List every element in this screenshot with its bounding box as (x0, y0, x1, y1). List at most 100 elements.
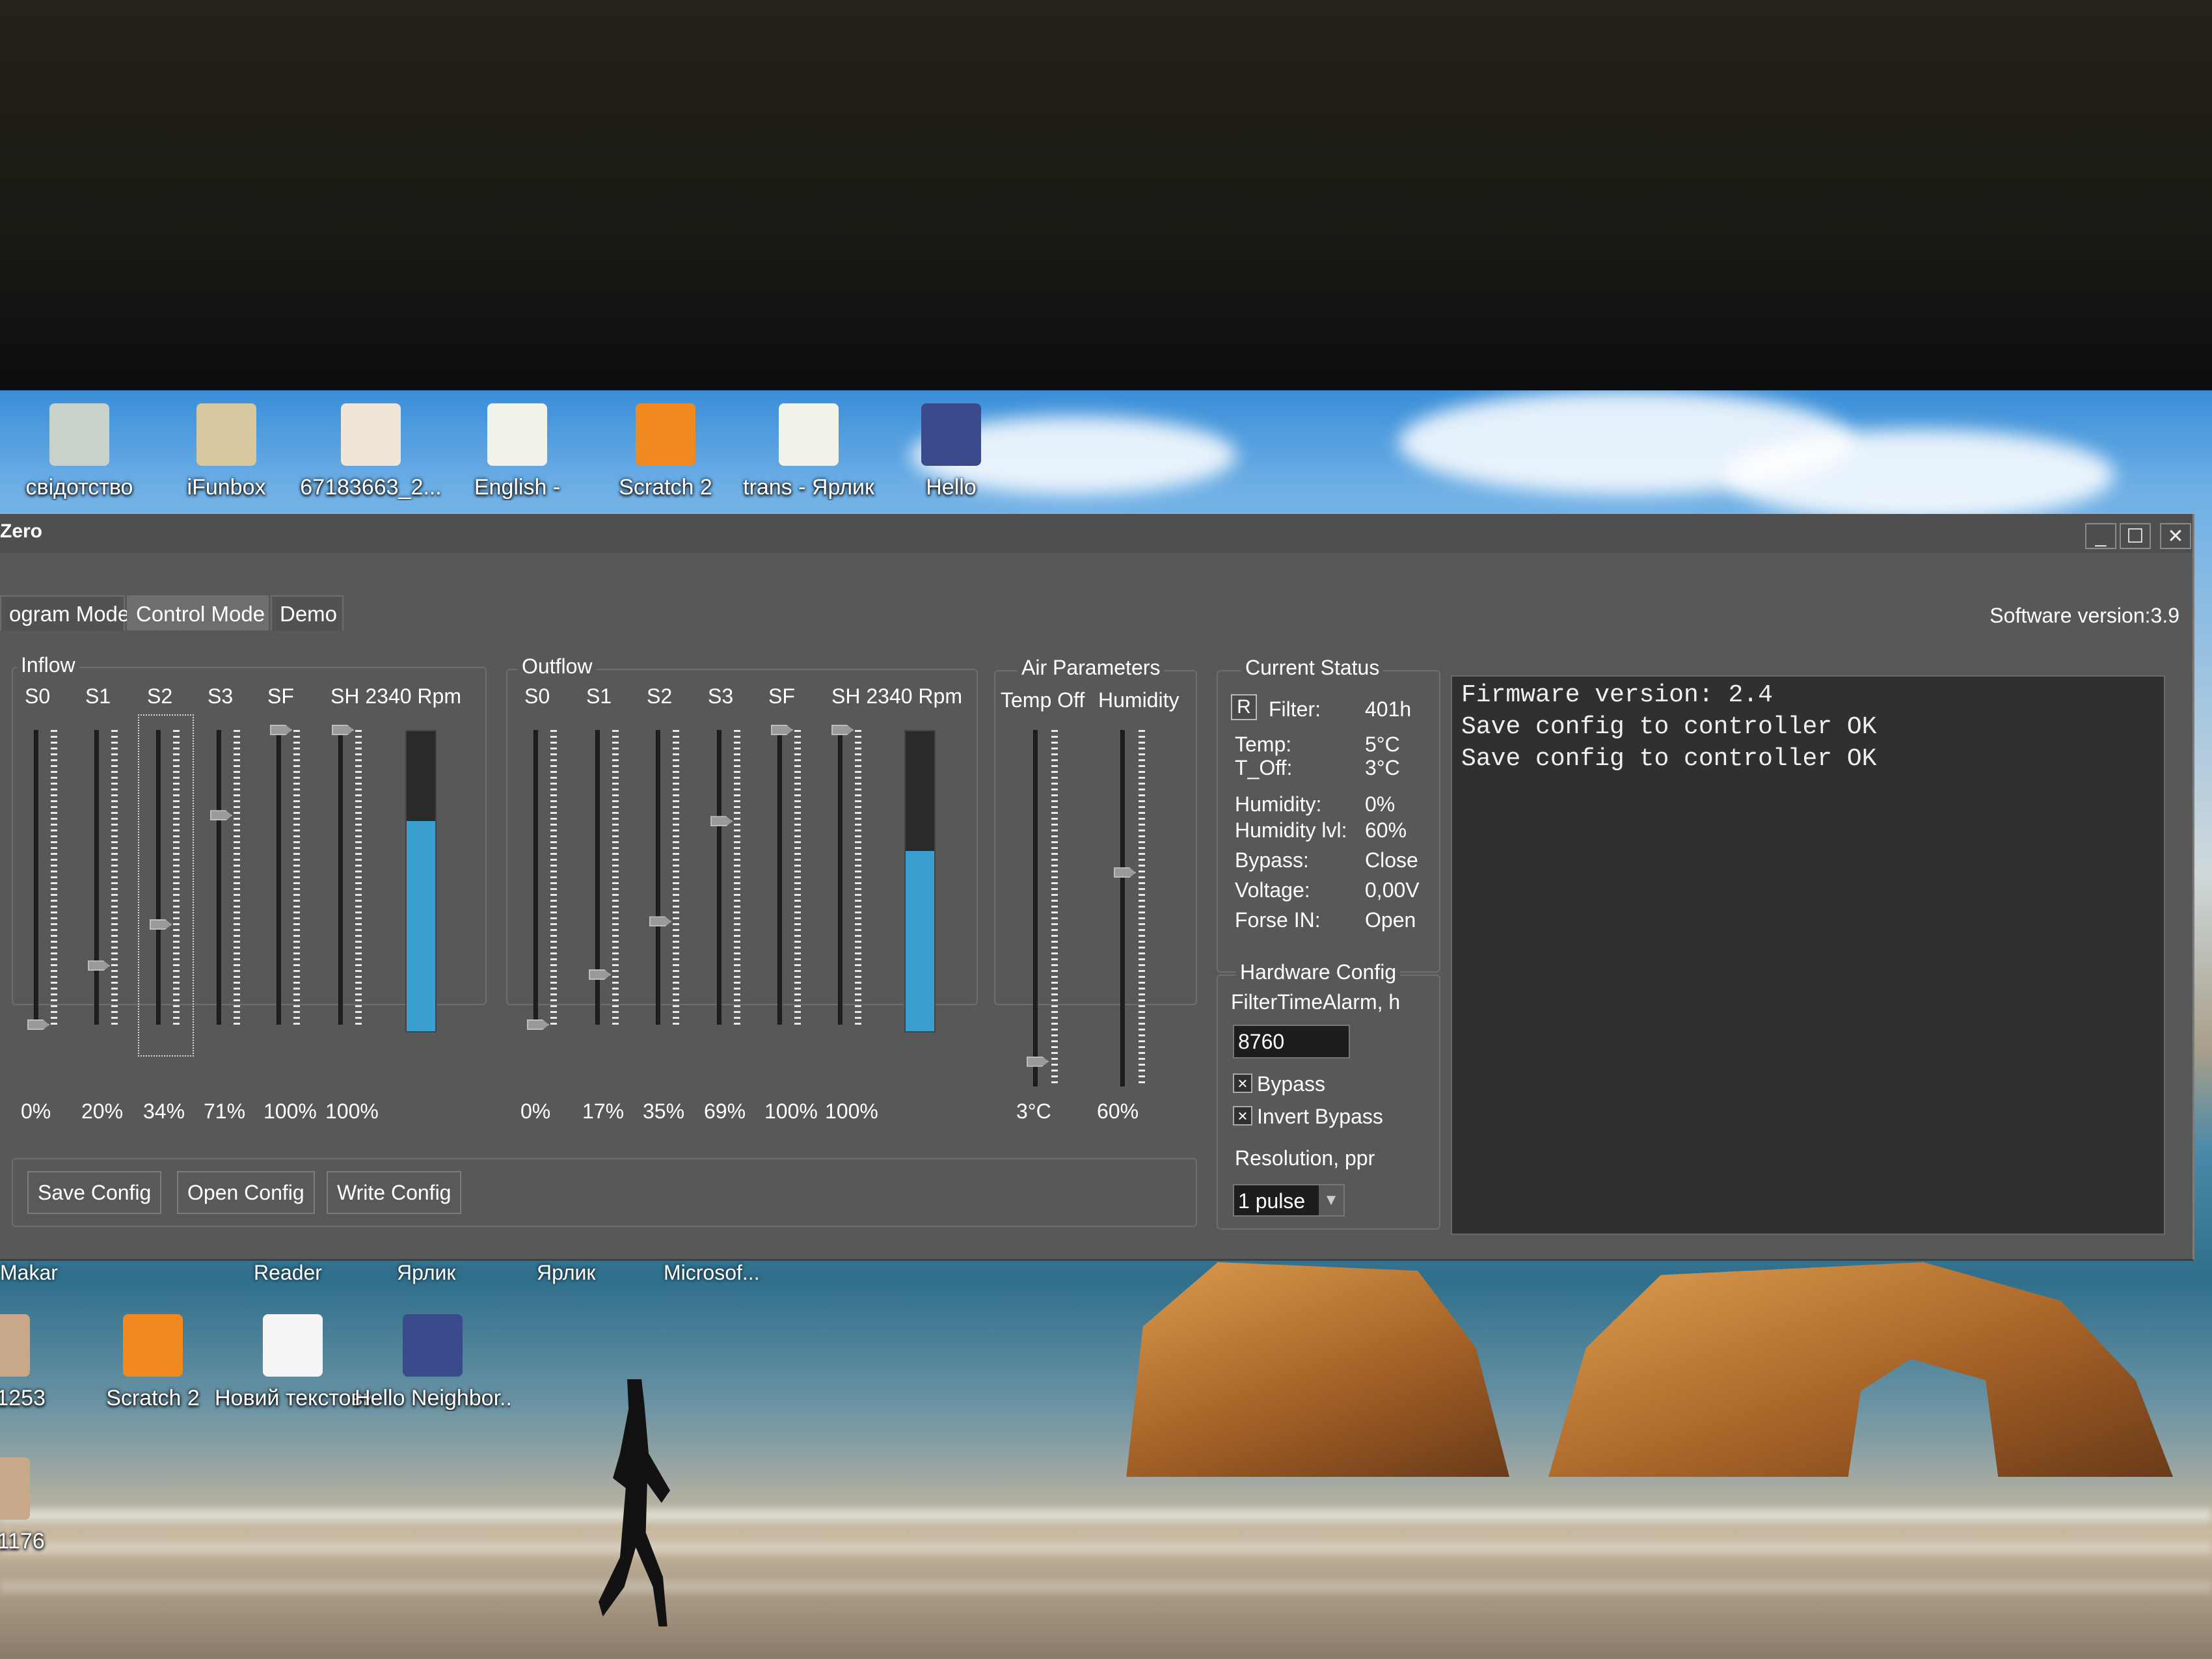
status-value: 3°C (1365, 756, 1400, 779)
outflow-ticks (794, 730, 801, 1025)
text-document-icon (263, 1314, 323, 1377)
desktop-icon-label: AX_1176 (0, 1529, 45, 1554)
desktop-icon-label: свідотство (25, 475, 133, 500)
temp-off-value: 3°C (1016, 1099, 1051, 1123)
inflow-label-sf: SF (267, 684, 294, 708)
outflow-track (838, 730, 843, 1025)
console-line: Save config to controller OK (1461, 745, 1877, 773)
inflow-value: 0% (21, 1099, 51, 1123)
outflow-label-sf: SF (768, 684, 795, 708)
desktop-icon-label: Reader (254, 1261, 322, 1284)
desktop-icon[interactable]: Новий текстови... (215, 1314, 371, 1411)
desktop-icon[interactable]: iFunbox (148, 403, 304, 500)
inflow-rpm-bar (405, 730, 437, 1032)
inflow-value: 34% (143, 1099, 185, 1123)
air-humidity-track (1120, 730, 1125, 1086)
desktop-icon-label: AX_1253 (0, 1386, 46, 1410)
inflow-track (217, 730, 221, 1025)
console-line: Save config to controller OK (1461, 713, 1877, 741)
ifunbox-icon (196, 403, 256, 466)
desktop-icon[interactable]: 67183663_2... (293, 403, 449, 500)
outflow-slider-s0[interactable] (527, 1019, 549, 1030)
desktop-icon-label: Ярлик (397, 1261, 456, 1284)
hello-neighbor-icon (921, 403, 981, 466)
tab-demo[interactable]: Demo (271, 595, 344, 630)
maximize-icon[interactable]: ☐ (2120, 523, 2151, 549)
humidity-label: Humidity (1098, 688, 1180, 712)
inflow-track (276, 730, 281, 1025)
reset-filter-button[interactable]: R (1231, 694, 1257, 720)
desktop-icon[interactable]: Hello (873, 403, 1029, 500)
desktop-icon[interactable]: English - (439, 403, 595, 500)
photo-icon (0, 1314, 30, 1377)
air-humidity-ticks (1139, 730, 1145, 1086)
desktop-icon[interactable]: AX_1253 (0, 1314, 78, 1411)
desktop-icon[interactable]: Scratch 2 (587, 403, 744, 500)
desktop-icon[interactable]: trans - Ярлик (731, 403, 887, 500)
inflow-label-s1: S1 (85, 684, 111, 708)
tab-program-mode[interactable]: ogram Mode (0, 595, 129, 630)
menu-bar: elp (0, 553, 2192, 623)
desktop-icon-label: Microsof... (664, 1261, 760, 1284)
image-file-icon (341, 403, 401, 466)
tab-control-mode[interactable]: Control Mode (127, 595, 269, 630)
inflow-label-s2: S2 (147, 684, 173, 708)
status-label: Humidity lvl: (1235, 818, 1347, 842)
write-config-button[interactable]: Write Config (327, 1171, 462, 1214)
air-temp-off-track (1033, 730, 1038, 1086)
desktop-icon[interactable]: AX_1176 (0, 1457, 78, 1554)
console-log[interactable]: Firmware version: 2.4 Save config to cont… (1451, 675, 2165, 1235)
document-shortcut-icon (779, 403, 839, 466)
outflow-ticks (550, 730, 557, 1025)
status-value: Close (1365, 848, 1418, 872)
app-window: Zero _ ☐ ✕ elp ogram Mode Control Mode D… (0, 514, 2194, 1261)
monitor-bezel (0, 0, 2212, 390)
filter-time-alarm-input[interactable]: 8760 (1233, 1025, 1350, 1059)
status-value: 0% (1365, 792, 1396, 816)
minimize-icon[interactable]: _ (2085, 523, 2116, 549)
air-temp-off-ticks (1051, 730, 1058, 1086)
status-label: Bypass: (1235, 848, 1309, 872)
invert-bypass-label: Invert Bypass (1257, 1105, 1383, 1128)
window-title: Zero (0, 520, 43, 542)
software-version: Software version:3.9 (1989, 604, 2179, 627)
status-label: Voltage: (1235, 878, 1310, 902)
close-icon[interactable]: ✕ (2160, 523, 2191, 549)
bypass-label: Bypass (1257, 1072, 1325, 1096)
hardware-config-title: Hardware Config (1236, 960, 1401, 984)
bypass-checkbox[interactable]: × (1233, 1073, 1252, 1093)
desktop-icon[interactable]: Scratch 2 (75, 1314, 231, 1411)
chevron-down-icon[interactable]: ▼ (1319, 1185, 1343, 1215)
inflow-track (34, 730, 38, 1025)
desktop-icon[interactable]: свідотство (1, 403, 157, 500)
save-config-button[interactable]: Save Config (27, 1171, 162, 1214)
air-temp-off-slider[interactable] (1027, 1056, 1049, 1067)
outflow-track (595, 730, 600, 1025)
outflow-rpm-fill (906, 851, 934, 1031)
outflow-ticks (673, 730, 679, 1025)
invert-bypass-checkbox[interactable]: × (1233, 1106, 1252, 1126)
status-label: T_Off: (1235, 756, 1293, 779)
title-bar[interactable]: Zero _ ☐ ✕ (0, 514, 2192, 553)
desktop-icon[interactable]: Hello Neighbor... (355, 1314, 511, 1411)
rock-formation-right (1548, 1262, 2173, 1477)
outflow-track (717, 730, 722, 1025)
current-status-title: Current Status (1241, 656, 1384, 680)
outflow-ticks (734, 730, 740, 1025)
inflow-rpm-fill (407, 821, 435, 1031)
status-label: Temp: (1235, 733, 1292, 756)
desktop-icon-label: Новий текстови... (215, 1386, 371, 1410)
resolution-value: 1 pulse (1238, 1189, 1306, 1213)
inflow-slider-s0[interactable] (27, 1019, 49, 1030)
inflow-track (94, 730, 99, 1025)
inflow-ticks (355, 730, 362, 1025)
inflow-label-s0: S0 (25, 684, 51, 708)
desktop-icon-label: Makar (0, 1261, 58, 1284)
resolution-select[interactable]: 1 pulse ▼ (1233, 1184, 1345, 1217)
outflow-track (533, 730, 538, 1025)
open-config-button[interactable]: Open Config (177, 1171, 315, 1214)
inflow-focus-frame (138, 714, 194, 1057)
status-value: 401h (1365, 697, 1412, 721)
outflow-value: 100% (764, 1099, 818, 1123)
outflow-value: 100% (825, 1099, 878, 1123)
